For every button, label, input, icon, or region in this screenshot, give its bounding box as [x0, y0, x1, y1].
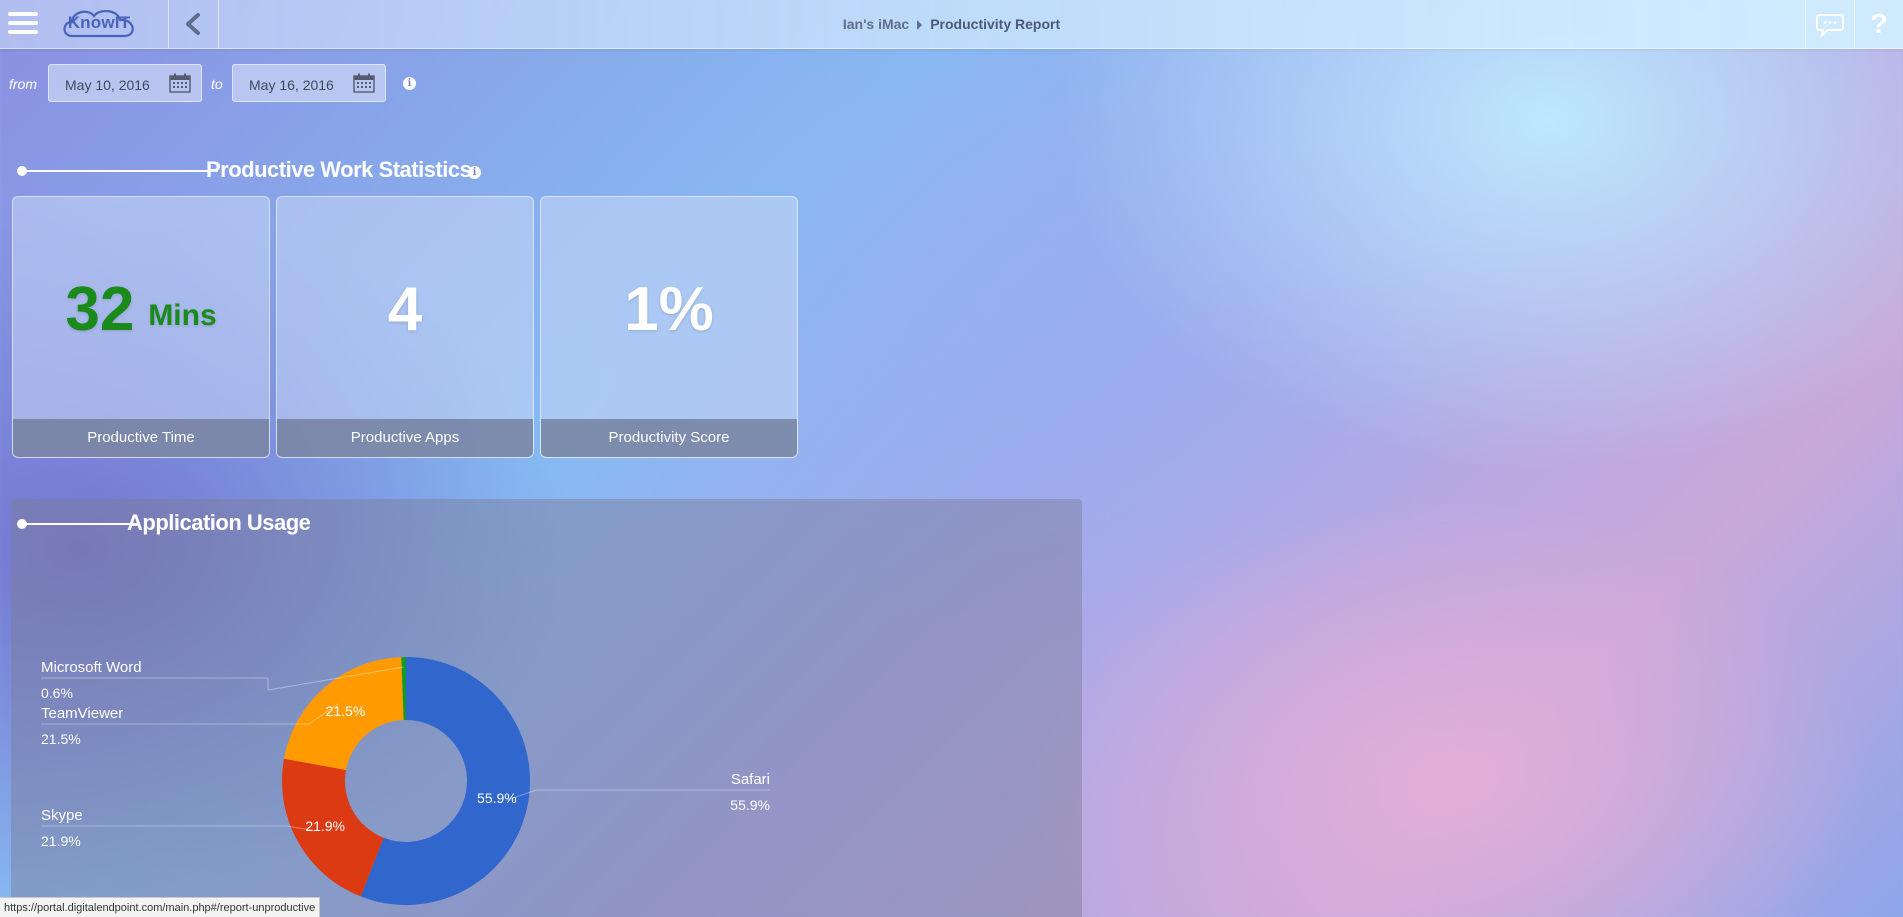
from-date-value: May 10, 2016 — [65, 77, 150, 93]
heading-line — [25, 170, 218, 172]
productive-time-label: Productive Time — [13, 419, 269, 457]
page-title: Productivity Report — [930, 16, 1061, 32]
info-icon[interactable]: i — [403, 77, 416, 90]
productive-apps-label: Productive Apps — [277, 419, 533, 457]
knowit-logo[interactable]: KnowIT — [60, 6, 138, 40]
help-icon[interactable]: ? — [1855, 0, 1903, 48]
usage-section-heading: Application Usage — [17, 510, 317, 540]
chat-bubble-icon — [1816, 14, 1844, 38]
heading-line — [25, 523, 138, 525]
productive-time-number: 32 — [65, 274, 135, 344]
divider — [218, 0, 219, 48]
stats-heading: Productive Work Statistics — [206, 157, 472, 182]
productivity-score-label: Productivity Score — [541, 419, 797, 457]
browser-status-url: https://portal.digitalendpoint.com/main.… — [0, 897, 321, 917]
top-bar: KnowIT Ian's iMac Productivity Report ? — [0, 0, 1903, 49]
productivity-score-value: 1% — [624, 274, 714, 344]
to-date-field[interactable]: May 16, 2016 — [232, 64, 386, 102]
hamburger-menu-icon[interactable] — [8, 12, 38, 36]
from-date-field[interactable]: May 10, 2016 — [48, 64, 202, 102]
application-usage-panel — [11, 499, 1082, 917]
back-button[interactable] — [170, 0, 218, 48]
breadcrumb-device[interactable]: Ian's iMac — [843, 16, 909, 32]
usage-heading: Application Usage — [127, 510, 311, 535]
productive-apps-value: 4 — [387, 274, 423, 344]
productive-time-unit: Mins — [148, 299, 217, 332]
calendar-icon[interactable] — [353, 73, 375, 93]
to-date-value: May 16, 2016 — [249, 77, 334, 93]
calendar-icon[interactable] — [169, 73, 191, 93]
productivity-score-card: 1% Productivity Score — [540, 196, 798, 458]
logo-text: KnowIT — [67, 13, 131, 32]
from-label: from — [9, 76, 37, 92]
to-label: to — [211, 76, 223, 92]
divider — [168, 0, 169, 48]
productive-apps-card: 4 Productive Apps — [276, 196, 534, 458]
caret-right-icon — [917, 20, 923, 30]
productive-time-card: 32 Mins Productive Time — [12, 196, 270, 458]
breadcrumb: Ian's iMac Productivity Report — [0, 0, 1903, 48]
stats-section-heading: Productive Work Statistics i — [17, 157, 487, 187]
productive-time-value: 32 Mins — [13, 197, 269, 421]
chevron-left-icon — [186, 13, 200, 35]
chat-button[interactable] — [1806, 0, 1854, 48]
info-icon[interactable]: i — [468, 166, 481, 179]
